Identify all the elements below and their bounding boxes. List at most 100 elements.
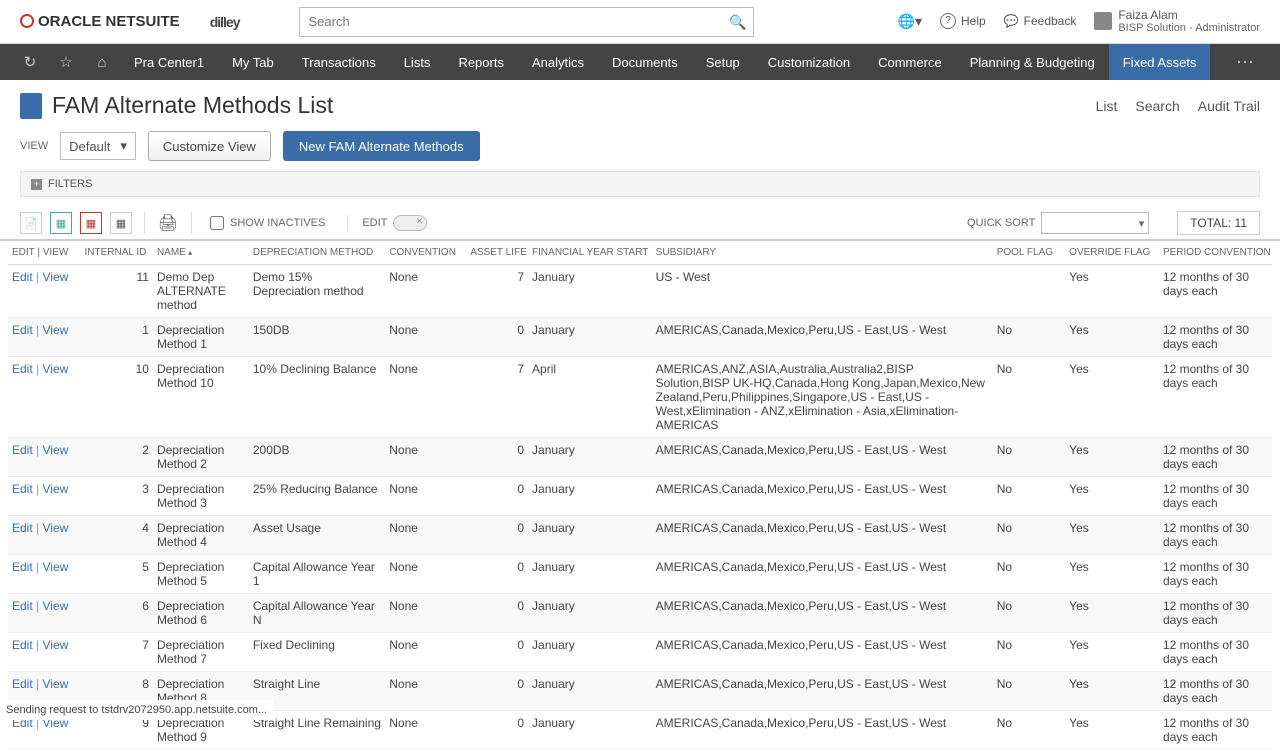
avatar-icon <box>1094 12 1112 30</box>
view-label: VIEW <box>20 140 48 152</box>
edit-link[interactable]: Edit <box>12 323 33 337</box>
user-role: BISP Solution - Administrator <box>1118 22 1260 35</box>
edit-link[interactable]: Edit <box>12 362 33 376</box>
export-pdf-icon[interactable]: ▦ <box>80 212 102 234</box>
page-icon <box>20 93 42 119</box>
view-link[interactable]: View <box>43 599 69 613</box>
export-excel-icon[interactable]: ▦ <box>110 212 132 234</box>
page-header: FAM Alternate Methods List List Search Aud… <box>0 80 1280 127</box>
table-row: Edit | View1Depreciation Method 1150DBNo… <box>8 318 1272 357</box>
col-edit-view[interactable]: EDIT | VIEW <box>8 241 80 265</box>
col-financial-year-start[interactable]: FINANCIAL YEAR START <box>528 241 652 265</box>
nav-item-pra-center1[interactable]: Pra Center1 <box>120 44 218 80</box>
edit-link[interactable]: Edit <box>12 638 33 652</box>
col-pool-flag[interactable]: POOL FLAG <box>993 241 1065 265</box>
edit-link[interactable]: Edit <box>12 677 33 691</box>
new-record-icon[interactable]: 📄 <box>20 212 42 234</box>
col-convention[interactable]: CONVENTION <box>385 241 466 265</box>
edit-link[interactable]: Edit <box>12 443 33 457</box>
nav-item-planning-budgeting[interactable]: Planning & Budgeting <box>956 44 1109 80</box>
view-value: Default <box>69 139 110 154</box>
page-link-list[interactable]: List <box>1096 98 1118 114</box>
quick-sort: QUICK SORT ▾ <box>967 212 1149 234</box>
edit-link[interactable]: Edit <box>12 599 33 613</box>
page-title: FAM Alternate Methods List <box>52 92 333 119</box>
view-link[interactable]: View <box>43 362 69 376</box>
nav-item-fixed-assets[interactable]: Fixed Assets <box>1109 44 1211 80</box>
print-icon[interactable]: 🖨 <box>157 212 179 234</box>
col-subsidiary[interactable]: SUBSIDIARY <box>652 241 993 265</box>
user-menu[interactable]: Faiza Alam BISP Solution - Administrator <box>1094 8 1260 36</box>
nav-more-icon[interactable]: ⋯ <box>1224 52 1268 73</box>
view-link[interactable]: View <box>43 482 69 496</box>
nav-item-commerce[interactable]: Commerce <box>864 44 956 80</box>
view-link[interactable]: View <box>43 443 69 457</box>
user-name: Faiza Alam <box>1118 8 1260 22</box>
nav-item-customization[interactable]: Customization <box>754 44 864 80</box>
export-csv-icon[interactable]: ▦ <box>50 212 72 234</box>
nav-item-analytics[interactable]: Analytics <box>518 44 598 80</box>
table-row: Edit | View2Depreciation Method 2200DBNo… <box>8 438 1272 477</box>
nav-item-documents[interactable]: Documents <box>598 44 692 80</box>
chevron-down-icon: ▾ <box>120 138 127 154</box>
nav-bar: ↻ ☆ ⌂ Pra Center1My TabTransactionsLists… <box>0 44 1280 80</box>
results-table: EDIT | VIEWINTERNAL IDNAMEDEPRECIATION M… <box>8 241 1272 750</box>
language-icon[interactable]: 🌐▾ <box>898 13 922 30</box>
edit-toggle[interactable]: EDIT <box>347 215 427 231</box>
feedback-link[interactable]: 💬Feedback <box>1004 14 1077 28</box>
search-input[interactable] <box>299 7 754 37</box>
filters-label: FILTERS <box>48 178 92 190</box>
page-link-search[interactable]: Search <box>1135 98 1179 114</box>
help-link[interactable]: ?Help <box>940 13 986 29</box>
table-row: Edit | View5Depreciation Method 5Capital… <box>8 555 1272 594</box>
table-row: Edit | View11Demo Dep ALTERNATE methodDe… <box>8 265 1272 318</box>
edit-link[interactable]: Edit <box>12 482 33 496</box>
expand-icon: + <box>31 179 42 190</box>
view-dropdown[interactable]: Default ▾ <box>60 132 136 160</box>
nav-item-my-tab[interactable]: My Tab <box>218 44 288 80</box>
toolbar-row: 📄 ▦ ▦ ▦ 🖨 SHOW INACTIVES EDIT QUICK SORT… <box>0 205 1280 241</box>
edit-link[interactable]: Edit <box>12 560 33 574</box>
edit-link[interactable]: Edit <box>12 521 33 535</box>
toggle-switch[interactable] <box>393 215 427 231</box>
col-name[interactable]: NAME <box>153 241 249 265</box>
controls-row: VIEW Default ▾ Customize View New FAM Al… <box>0 127 1280 171</box>
view-link[interactable]: View <box>43 323 69 337</box>
show-inactives-toggle[interactable]: SHOW INACTIVES <box>210 216 325 230</box>
col-depreciation-method[interactable]: DEPRECIATION METHOD <box>249 241 385 265</box>
total-count: TOTAL: 11 <box>1177 211 1260 235</box>
filters-bar[interactable]: + FILTERS <box>20 171 1260 197</box>
new-fam-button[interactable]: New FAM Alternate Methods <box>283 131 480 161</box>
quick-sort-dropdown[interactable]: ▾ <box>1041 212 1149 234</box>
customize-view-button[interactable]: Customize View <box>148 131 271 161</box>
nav-item-transactions[interactable]: Transactions <box>288 44 390 80</box>
help-icon: ? <box>940 13 956 29</box>
edit-link[interactable]: Edit <box>12 270 33 284</box>
top-bar: ORACLE NETSUITE dilley 🔍 🌐▾ ?Help 💬Feedb… <box>0 0 1280 44</box>
view-link[interactable]: View <box>43 270 69 284</box>
col-internal-id[interactable]: INTERNAL ID <box>80 241 152 265</box>
company-logo: dilley <box>210 14 240 30</box>
nav-item-reports[interactable]: Reports <box>444 44 518 80</box>
view-link[interactable]: View <box>43 521 69 535</box>
history-icon[interactable]: ↻ <box>12 53 48 71</box>
view-link[interactable]: View <box>43 560 69 574</box>
show-inactives-checkbox[interactable] <box>210 216 224 230</box>
star-icon[interactable]: ☆ <box>48 53 84 71</box>
col-override-flag[interactable]: OVERRIDE FLAG <box>1065 241 1159 265</box>
table-row: Edit | View7Depreciation Method 7Fixed D… <box>8 633 1272 672</box>
chevron-down-icon: ▾ <box>1139 217 1145 230</box>
table-row: Edit | View10Depreciation Method 1010% D… <box>8 357 1272 438</box>
oracle-logo: ORACLE NETSUITE <box>20 13 180 30</box>
view-link[interactable]: View <box>43 638 69 652</box>
page-link-audit-trail[interactable]: Audit Trail <box>1198 98 1260 114</box>
table-row: Edit | View4Depreciation Method 4Asset U… <box>8 516 1272 555</box>
table-row: Edit | View3Depreciation Method 325% Red… <box>8 477 1272 516</box>
col-asset-life[interactable]: ASSET LIFE <box>466 241 528 265</box>
search-icon[interactable]: 🔍 <box>729 14 746 31</box>
nav-item-lists[interactable]: Lists <box>390 44 445 80</box>
view-link[interactable]: View <box>43 677 69 691</box>
col-period-convention[interactable]: PERIOD CONVENTION <box>1159 241 1272 265</box>
home-icon[interactable]: ⌂ <box>84 54 120 71</box>
nav-item-setup[interactable]: Setup <box>692 44 754 80</box>
